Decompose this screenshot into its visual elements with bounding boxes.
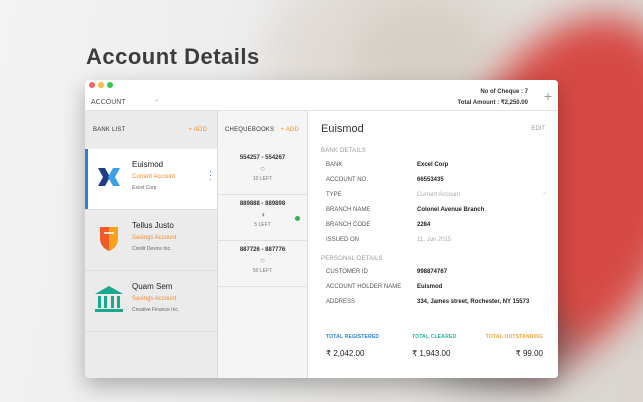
chequebook-range: 889888 - 889898	[239, 201, 286, 207]
bank-subtitle: Creative Finance Inc.	[132, 307, 180, 313]
select-arrows-icon: ⌃	[541, 193, 547, 199]
bank-list-header: BANK LIST + ADD	[85, 111, 217, 149]
total-outstanding-label: TOTAL OUTSTANDING	[485, 334, 543, 340]
field-type[interactable]: TYPE Current Account ⌃	[326, 192, 551, 204]
bank-details-section-title: BANK DETAILS	[321, 148, 366, 154]
chequebook-range: 887726 - 887776	[239, 247, 286, 253]
bank-subtitle: Credit Device Inc.	[132, 246, 172, 252]
more-options-icon[interactable]: · · ·	[209, 167, 212, 184]
add-plus-icon[interactable]: +	[544, 88, 552, 104]
bank-item-tellus-justo[interactable]: Tellus Justo Savings Account Credit Devi…	[85, 210, 217, 271]
add-chequebook-button[interactable]: + ADD	[280, 127, 299, 133]
bank-account-type: Savings Account	[132, 235, 177, 241]
close-window-button[interactable]	[89, 82, 95, 88]
titlebar: ACCOUNT ⌃ No of Cheque : 7 Total Amount …	[85, 80, 558, 111]
bank-subtitle: Excel Corp	[132, 185, 157, 191]
field-account-holder: ACCOUNT HOLDER NAME Euismod	[326, 284, 551, 296]
field-value: 998874767	[417, 269, 448, 275]
total-registered-value: ₹ 2,042.00	[326, 349, 365, 358]
totals-row: TOTAL REGISTERED ₹ 2,042.00 TOTAL CLEARE…	[321, 334, 543, 364]
bank-name: Euismod	[132, 160, 164, 169]
bank-list-title: BANK LIST	[93, 127, 126, 133]
field-value: Excel Corp	[417, 162, 449, 168]
zoom-window-button[interactable]	[107, 82, 113, 88]
select-arrows-icon: ⌃	[153, 99, 159, 106]
field-branch-name: BRANCH NAME Colonel Avenue Branch	[326, 207, 551, 219]
bank-account-type: Savings Account	[132, 296, 177, 302]
field-label: CUSTOMER ID	[326, 269, 368, 275]
field-issued-on: ISSUED ON 11, Jun 2015	[326, 237, 551, 249]
field-label: ACCOUNT HOLDER NAME	[326, 284, 402, 290]
cheque-count-label: No of Cheque :	[480, 89, 523, 95]
empty-circle-icon: ○	[260, 164, 265, 173]
bank-list: BANK LIST + ADD Euismod Current Account …	[85, 111, 218, 378]
field-label: BRANCH CODE	[326, 222, 371, 228]
bank-building-logo-icon	[93, 283, 125, 315]
bank-name: Tellus Justo	[132, 221, 174, 230]
field-customer-id: CUSTOMER ID 998874767	[326, 269, 551, 281]
total-cleared-value: ₹ 1,943.00	[412, 349, 451, 358]
field-value: 2284	[417, 222, 431, 228]
chequebook-range: 554257 - 554267	[239, 155, 286, 161]
bank-item-quam-sem[interactable]: Quam Sem Savings Account Creative Financ…	[85, 271, 217, 332]
account-select-label: ACCOUNT	[91, 98, 126, 106]
field-label: ISSUED ON	[326, 237, 360, 243]
minimize-window-button[interactable]	[98, 82, 104, 88]
field-label: TYPE	[326, 192, 342, 198]
chequebook-item[interactable]: 887726 - 887776 ○ 50 LEFT	[218, 241, 307, 287]
field-branch-code: BRANCH CODE 2284	[326, 222, 551, 234]
field-address: ADDRESS 334, James street, Rochester, NY…	[326, 299, 551, 311]
field-value: Current Account	[417, 192, 461, 198]
field-account-no: ACCOUNT NO. 66553435	[326, 177, 551, 189]
add-bank-button[interactable]: + ADD	[188, 127, 207, 133]
chequebook-left: 10 LEFT	[252, 176, 273, 182]
chequebook-left: 5 LEFT	[254, 222, 271, 228]
shield-logo-icon	[93, 222, 125, 254]
field-value: 11, Jun 2015	[417, 237, 452, 243]
account-detail-panel: Euismod EDIT BANK DETAILS BANK Excel Cor…	[308, 111, 558, 378]
field-value: 334, James street, Rochester, NY 15573	[417, 299, 530, 305]
chequebook-list: CHEQUEBOOKS + ADD 554257 - 554267 ○ 10 L…	[218, 111, 308, 378]
field-label: ADDRESS	[326, 299, 356, 305]
chequebook-list-title: CHEQUEBOOKS	[225, 127, 275, 133]
field-value: 66553435	[417, 177, 444, 183]
half-circle-icon: ◑	[260, 210, 265, 219]
active-status-dot	[295, 216, 300, 221]
total-cleared-label: TOTAL CLEARED	[412, 334, 457, 340]
bank-name: Quam Sem	[132, 282, 173, 291]
cheque-summary: No of Cheque : 7 Total Amount : ₹2,250.0…	[457, 87, 528, 109]
app-window: ACCOUNT ⌃ No of Cheque : 7 Total Amount …	[85, 80, 558, 378]
account-select[interactable]: ACCOUNT ⌃	[91, 96, 159, 108]
detail-title: Euismod	[321, 123, 364, 135]
field-label: ACCOUNT NO.	[326, 177, 368, 183]
page-heading: Account Details	[86, 44, 260, 69]
chequebook-list-header: CHEQUEBOOKS + ADD	[218, 111, 307, 149]
total-registered-label: TOTAL REGISTERED	[326, 334, 380, 340]
chequebook-item[interactable]: 889888 - 889898 ◑ 5 LEFT	[218, 195, 307, 241]
chequebook-left: 50 LEFT	[252, 268, 273, 274]
chequebook-item[interactable]: 554257 - 554267 ○ 10 LEFT	[218, 149, 307, 195]
total-amount: ₹2,250.00	[500, 100, 528, 106]
x-chevron-logo-icon	[93, 161, 125, 193]
bank-account-type: Current Account	[132, 174, 176, 180]
field-bank: BANK Excel Corp	[326, 162, 551, 174]
personal-details-section-title: PERSONAL DETAILS	[321, 256, 383, 262]
field-label: BANK	[326, 162, 343, 168]
field-label: BRANCH NAME	[326, 207, 371, 213]
edit-button[interactable]: EDIT	[531, 126, 545, 132]
cheque-count: 7	[524, 89, 528, 95]
bank-item-euismod[interactable]: Euismod Current Account Excel Corp · · ·	[85, 149, 217, 210]
total-amount-label: Total Amount :	[457, 100, 500, 106]
field-value: Colonel Avenue Branch	[417, 207, 485, 213]
empty-circle-icon: ○	[260, 256, 265, 265]
total-outstanding-value: ₹ 99.00	[515, 349, 543, 358]
field-value: Euismod	[417, 284, 443, 290]
